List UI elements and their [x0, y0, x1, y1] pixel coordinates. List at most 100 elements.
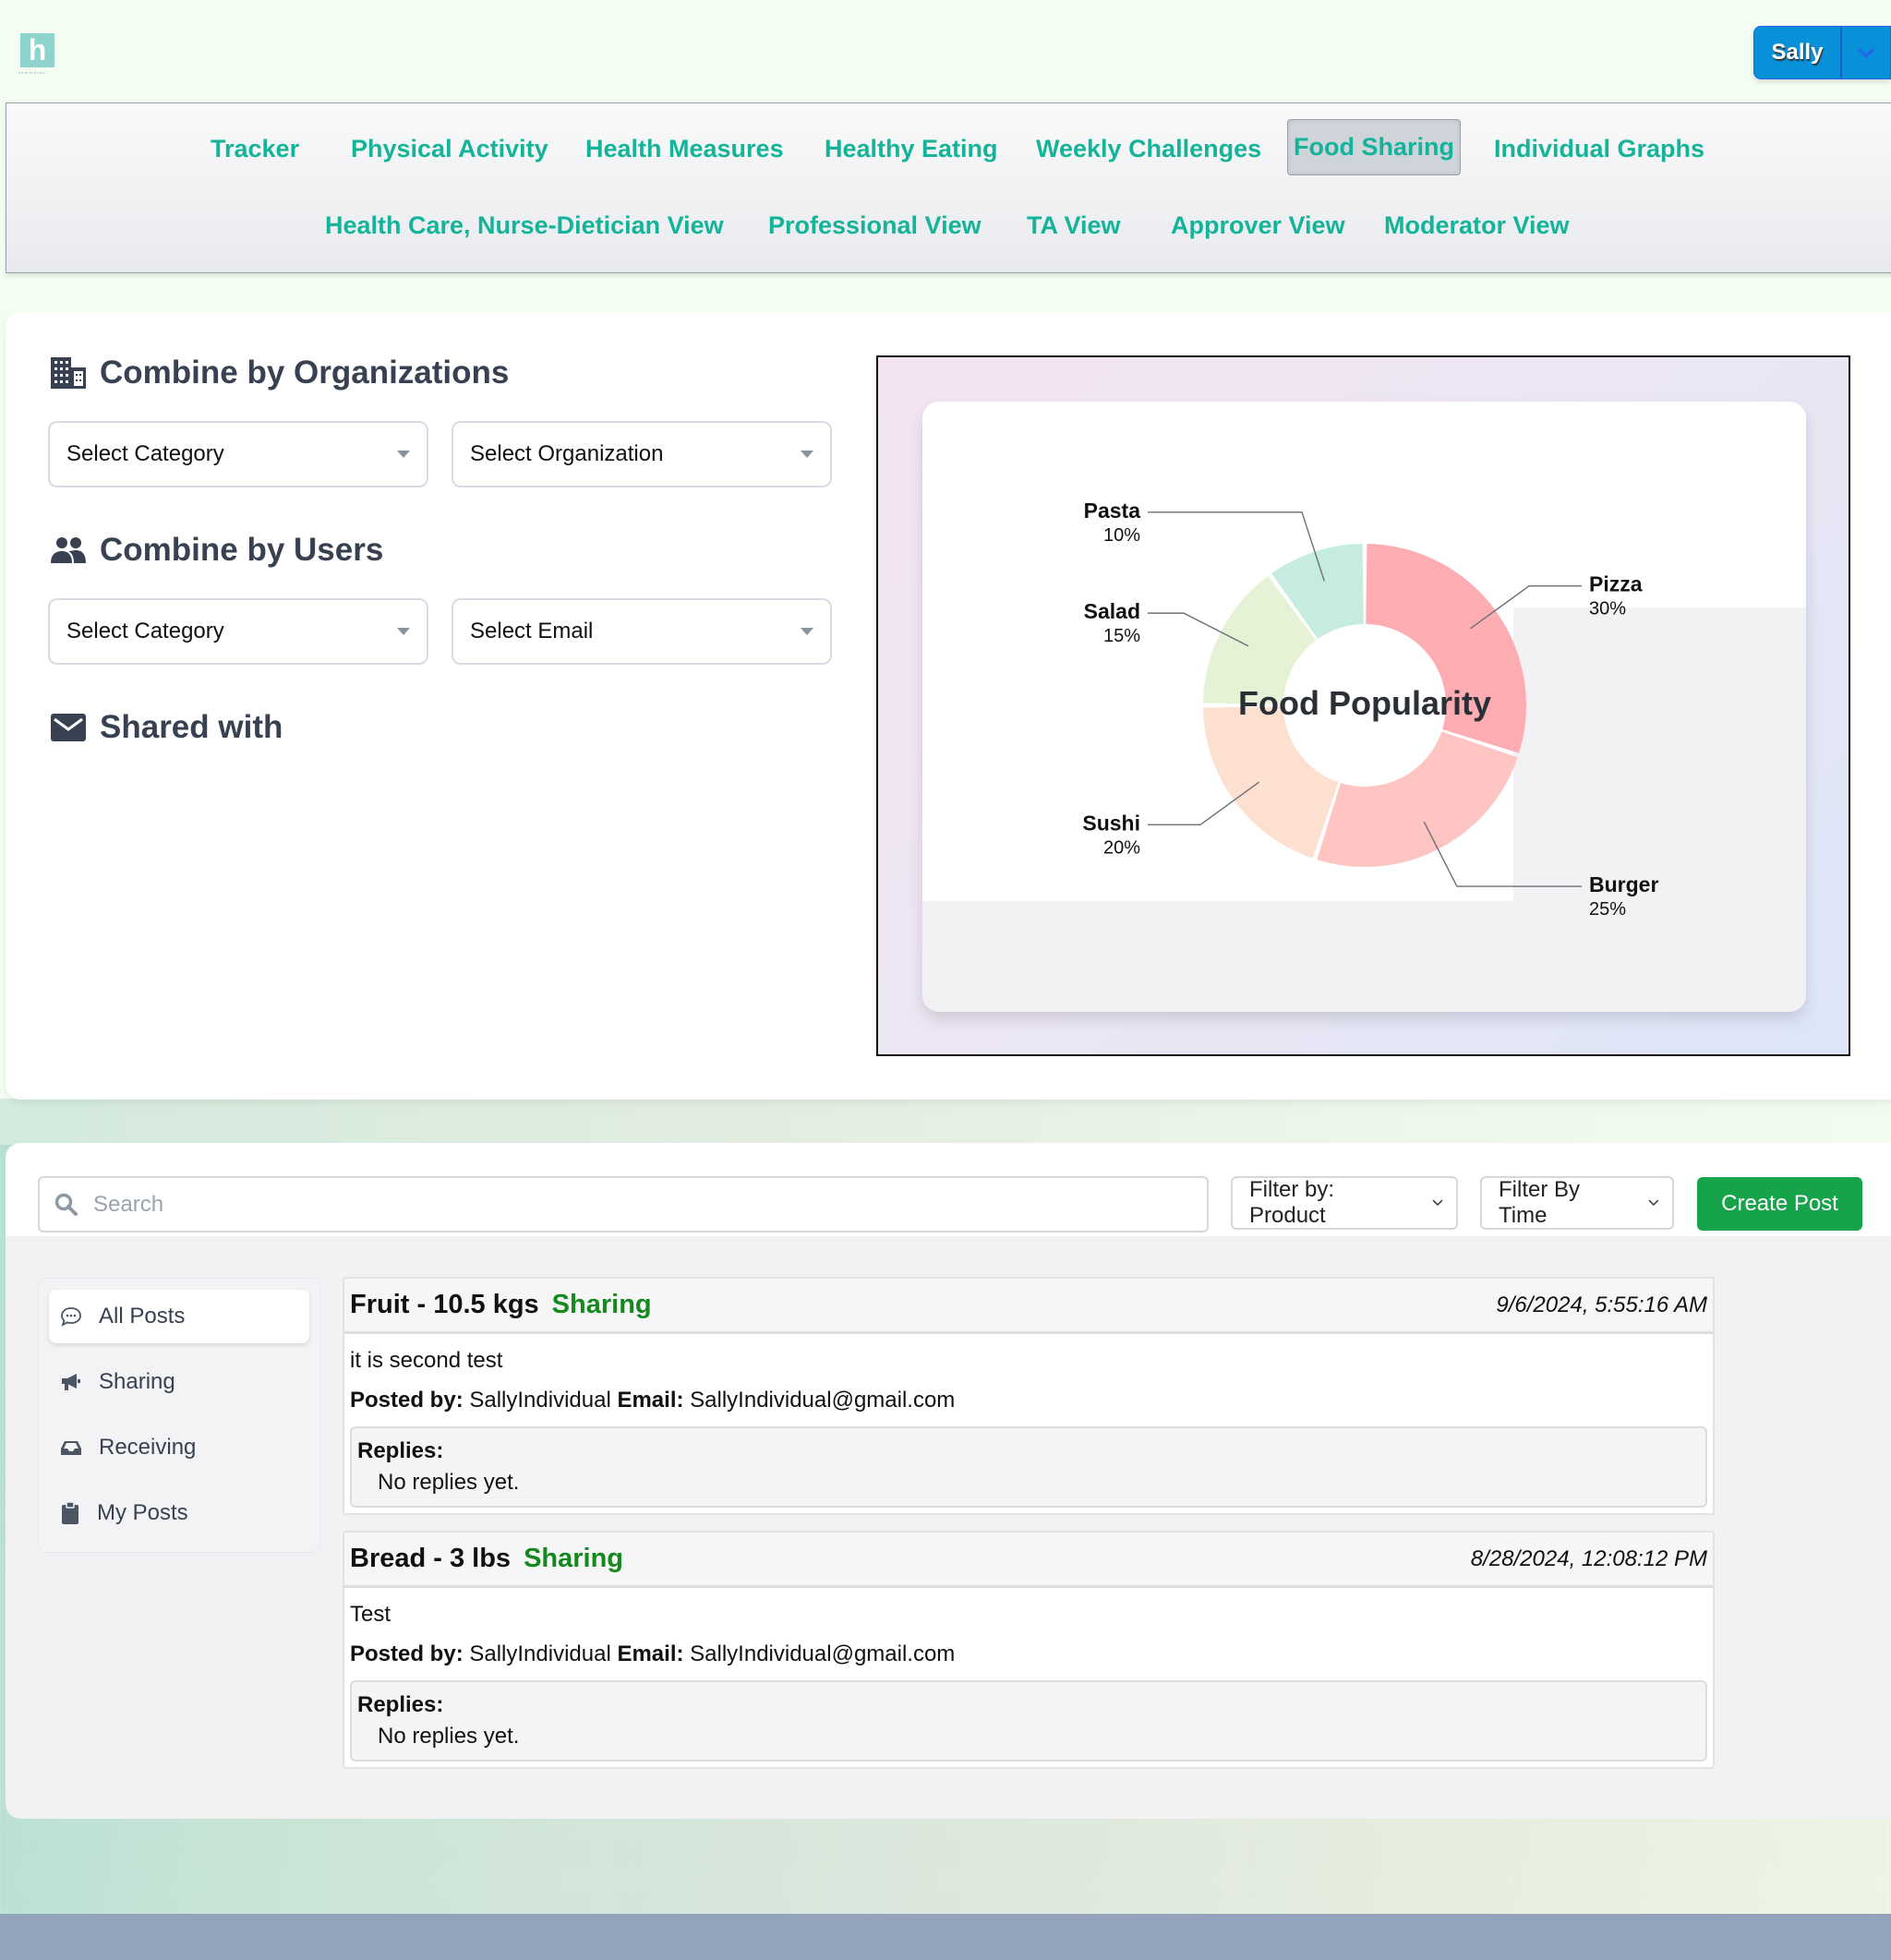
- email-placeholder: Select Email: [470, 619, 594, 643]
- nav-tracker[interactable]: Tracker: [211, 135, 299, 163]
- slice-value-sushi: 20%: [1103, 837, 1140, 858]
- organization-placeholder: Select Organization: [470, 441, 664, 466]
- post-title[interactable]: Fruit - 10.5 kgs: [350, 1290, 539, 1320]
- slice-value-burger: 25%: [1589, 899, 1626, 920]
- sidebar-item-label: All Posts: [99, 1304, 186, 1329]
- sidebar-item-sharing[interactable]: Sharing: [49, 1355, 309, 1409]
- slice-value-salad: 15%: [1103, 626, 1140, 646]
- user-category-select[interactable]: Select Category: [48, 598, 428, 665]
- org-category-placeholder: Select Category: [66, 441, 224, 466]
- email-value: SallyIndividual@gmail.com: [690, 1388, 956, 1413]
- sidebar-item-label: Sharing: [99, 1369, 175, 1394]
- logo-letter: h: [28, 33, 47, 66]
- sidebar-item-all-posts[interactable]: All Posts: [49, 1290, 309, 1343]
- inbox-icon: [61, 1441, 81, 1455]
- post-body: Test Posted by: SallyIndividual Email: S…: [344, 1588, 1713, 1767]
- post-status-badge: Sharing: [524, 1544, 624, 1573]
- feed-sidebar: All Posts Sharing Receiving My Posts: [38, 1278, 320, 1553]
- clipboard-icon: [62, 1501, 78, 1524]
- email-label: Email:: [617, 1388, 684, 1413]
- dropdown-arrow-icon: [801, 451, 813, 458]
- combine-users-title: Combine by Users: [100, 532, 384, 568]
- users-icon: [51, 537, 86, 563]
- search-input[interactable]: [93, 1191, 1109, 1218]
- post-meta: Posted by: SallyIndividual Email: SallyI…: [350, 1634, 1707, 1675]
- building-icon: [51, 357, 86, 389]
- combine-users-heading: Combine by Users: [50, 532, 383, 569]
- nav-ta-view[interactable]: TA View: [1027, 211, 1121, 240]
- donut-slice-burger[interactable]: [1317, 731, 1518, 867]
- dropdown-arrow-icon: [801, 628, 813, 635]
- shared-with-heading: Shared with: [50, 709, 283, 746]
- main-nav: Tracker Physical Activity Health Measure…: [6, 102, 1891, 273]
- nav-health-measures[interactable]: Health Measures: [585, 135, 784, 163]
- dropdown-arrow-icon: [397, 451, 410, 458]
- create-post-button[interactable]: Create Post: [1697, 1177, 1862, 1231]
- filter-time-select[interactable]: Filter By Time: [1480, 1176, 1674, 1230]
- slice-value-pizza: 30%: [1589, 599, 1626, 619]
- sidebar-item-receiving[interactable]: Receiving: [49, 1421, 309, 1474]
- nav-weekly-challenges[interactable]: Weekly Challenges: [1036, 135, 1261, 163]
- sidebar-item-my-posts[interactable]: My Posts: [49, 1486, 309, 1540]
- slice-label-pizza: Pizza: [1589, 572, 1643, 596]
- filter-time-label: Filter By Time: [1499, 1177, 1581, 1228]
- filter-product-select[interactable]: Filter by: Product: [1231, 1176, 1458, 1230]
- dropdown-arrow-icon: [397, 628, 410, 635]
- slice-value-pasta: 10%: [1103, 525, 1140, 546]
- slice-label-pasta: Pasta: [1084, 499, 1141, 523]
- chart-title: Food Popularity: [1238, 684, 1491, 722]
- nav-health-care-view[interactable]: Health Care, Nurse-Dietician View: [325, 211, 724, 240]
- post-header: Fruit - 10.5 kgs Sharing 9/6/2024, 5:55:…: [344, 1279, 1713, 1334]
- nav-professional-view[interactable]: Professional View: [768, 211, 982, 240]
- envelope-icon: [51, 714, 86, 741]
- slice-label-burger: Burger: [1589, 872, 1658, 896]
- posted-by-label: Posted by:: [350, 1641, 464, 1666]
- user-name[interactable]: Sally: [1754, 27, 1842, 78]
- user-category-placeholder: Select Category: [66, 619, 224, 643]
- nav-physical-activity[interactable]: Physical Activity: [351, 135, 548, 163]
- post-body: it is second test Posted by: SallyIndivi…: [344, 1334, 1713, 1513]
- search-box[interactable]: [38, 1176, 1209, 1233]
- chat-bubble-icon: [61, 1307, 81, 1327]
- shared-with-title: Shared with: [100, 709, 283, 745]
- email-label: Email:: [617, 1641, 684, 1666]
- feed-toolbar: Filter by: Product Filter By Time Create…: [6, 1143, 1891, 1236]
- nav-moderator-view[interactable]: Moderator View: [1384, 211, 1570, 240]
- org-category-select[interactable]: Select Category: [48, 421, 428, 487]
- chart-frame: Pizza 30% Burger 25% Sushi 20% Salad 15% Pasta 10…: [876, 355, 1850, 1056]
- sidebar-item-label: My Posts: [97, 1500, 188, 1525]
- email-select[interactable]: Select Email: [452, 598, 832, 665]
- search-icon: [54, 1193, 78, 1216]
- nav-food-sharing[interactable]: Food Sharing: [1287, 119, 1461, 175]
- user-menu-button[interactable]: Sally: [1753, 26, 1891, 79]
- combine-organizations-title: Combine by Organizations: [100, 355, 510, 391]
- post-date: 8/28/2024, 12:08:12 PM: [1470, 1545, 1707, 1571]
- feed-panel: Filter by: Product Filter By Time Create…: [6, 1143, 1891, 1819]
- replies-empty-text: No replies yet.: [378, 1724, 520, 1749]
- email-value: SallyIndividual@gmail.com: [690, 1641, 956, 1666]
- organization-select[interactable]: Select Organization: [452, 421, 832, 487]
- post-title[interactable]: Bread - 3 lbs: [350, 1544, 511, 1574]
- nav-individual-graphs[interactable]: Individual Graphs: [1494, 135, 1704, 163]
- replies-empty-text: No replies yet.: [378, 1470, 520, 1495]
- post-date: 9/6/2024, 5:55:16 AM: [1496, 1292, 1707, 1317]
- chevron-down-icon: [1648, 1199, 1659, 1207]
- replies-box: Replies: No replies yet.: [350, 1680, 1707, 1762]
- megaphone-icon: [62, 1374, 80, 1390]
- post-card: Fruit - 10.5 kgs Sharing 9/6/2024, 5:55:…: [343, 1277, 1715, 1515]
- logo-caption: healthenav: [18, 70, 46, 75]
- post-meta: Posted by: SallyIndividual Email: SallyI…: [350, 1380, 1707, 1421]
- footer-bar: [0, 1914, 1891, 1960]
- replies-box: Replies: No replies yet.: [350, 1426, 1707, 1508]
- slice-label-sushi: Sushi: [1082, 811, 1140, 835]
- sidebar-item-label: Receiving: [99, 1435, 197, 1460]
- posted-by-value: SallyIndividual: [469, 1641, 611, 1666]
- nav-healthy-eating[interactable]: Healthy Eating: [825, 135, 998, 163]
- donut-slice-sushi[interactable]: [1203, 706, 1339, 859]
- chevron-down-icon[interactable]: [1842, 27, 1890, 78]
- nav-approver-view[interactable]: Approver View: [1171, 211, 1345, 240]
- logo[interactable]: h: [20, 33, 54, 67]
- post-description: Test: [350, 1602, 391, 1627]
- posted-by-value: SallyIndividual: [469, 1388, 611, 1413]
- posted-by-label: Posted by:: [350, 1388, 464, 1413]
